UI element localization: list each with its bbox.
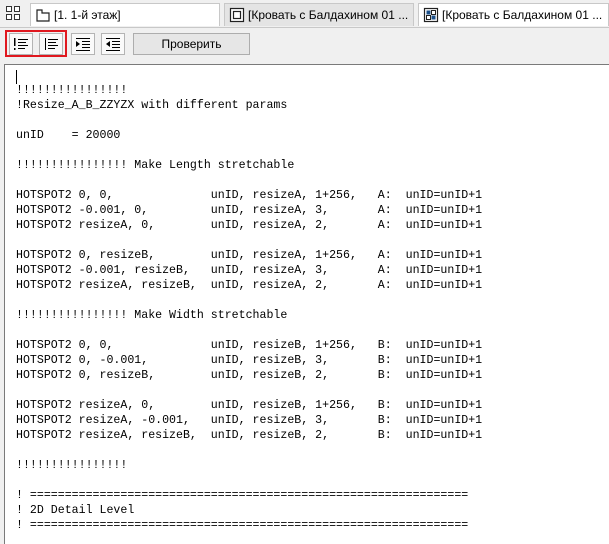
tab-bar: [1. 1-й этаж] [Кровать с Балдахином 01 .… <box>0 0 609 28</box>
code-line: HOTSPOT2 -0.001, resizeB, unID, resizeA,… <box>16 264 483 277</box>
code-line: !!!!!!!!!!!!!!!! <box>16 84 128 97</box>
code-line: HOTSPOT2 resizeA, 0, unID, resizeA, 2, A… <box>16 219 483 232</box>
code-line: HOTSPOT2 0, resizeB, unID, resizeB, 2, B… <box>16 369 483 382</box>
comment-lines-icon <box>13 37 29 51</box>
uncomment-lines-icon <box>43 37 59 51</box>
code-line: ! 2D Detail Level <box>16 504 135 517</box>
outdent-icon <box>105 37 121 51</box>
indent-icon <box>75 37 91 51</box>
code-line: !!!!!!!!!!!!!!!! Make Width stretchable <box>16 309 288 322</box>
code-line: unID = 20000 <box>16 129 121 142</box>
check-script-button[interactable]: Проверить <box>133 33 250 55</box>
code-line: HOTSPOT2 0, 0, unID, resizeA, 1+256, A: … <box>16 189 483 202</box>
indent-button[interactable] <box>71 33 95 55</box>
outdent-button[interactable] <box>101 33 125 55</box>
text-caret <box>16 70 17 84</box>
tab-label: [Кровать с Балдахином 01 ... <box>442 8 603 22</box>
floor-plan-icon <box>35 7 51 23</box>
code-line: ! ======================================… <box>16 489 469 502</box>
editor-toolbar: Проверить <box>0 28 609 60</box>
code-line: !!!!!!!!!!!!!!!! <box>16 459 128 472</box>
code-line: HOTSPOT2 resizeA, resizeB, unID, resizeA… <box>16 279 483 292</box>
code-line: HOTSPOT2 resizeA, 0, unID, resizeB, 1+25… <box>16 399 483 412</box>
tab-label: [1. 1-й этаж] <box>54 8 121 22</box>
grid-view-icon[interactable] <box>6 6 22 22</box>
code-area[interactable]: !!!!!!!!!!!!!!!! !Resize_A_B_ZZYZX with d… <box>16 83 482 533</box>
script-editor[interactable]: !!!!!!!!!!!!!!!! !Resize_A_B_ZZYZX with d… <box>4 64 609 544</box>
comment-lines-button[interactable] <box>9 33 33 55</box>
tab-object-window[interactable]: [Кровать с Балдахином 01 ... <box>224 3 414 26</box>
code-line: ! ======================================… <box>16 519 469 532</box>
code-line: !Resize_A_B_ZZYZX with different params <box>16 99 288 112</box>
code-line: HOTSPOT2 resizeA, resizeB, unID, resizeB… <box>16 429 483 442</box>
code-line: HOTSPOT2 0, resizeB, unID, resizeA, 1+25… <box>16 249 483 262</box>
object-3d-icon <box>423 7 439 23</box>
code-line: HOTSPOT2 0, -0.001, unID, resizeB, 3, B:… <box>16 354 483 367</box>
uncomment-lines-button[interactable] <box>39 33 63 55</box>
object-window-icon <box>229 7 245 23</box>
code-line: HOTSPOT2 resizeA, -0.001, unID, resizeB,… <box>16 414 483 427</box>
tab-floor-plan[interactable]: [1. 1-й этаж] <box>30 3 220 26</box>
tab-object-3d[interactable]: [Кровать с Балдахином 01 ... <box>418 3 609 26</box>
tab-label: [Кровать с Балдахином 01 ... <box>248 8 409 22</box>
code-line: HOTSPOT2 -0.001, 0, unID, resizeA, 3, A:… <box>16 204 483 217</box>
code-line: !!!!!!!!!!!!!!!! Make Length stretchable <box>16 159 295 172</box>
code-line: HOTSPOT2 0, 0, unID, resizeB, 1+256, B: … <box>16 339 483 352</box>
